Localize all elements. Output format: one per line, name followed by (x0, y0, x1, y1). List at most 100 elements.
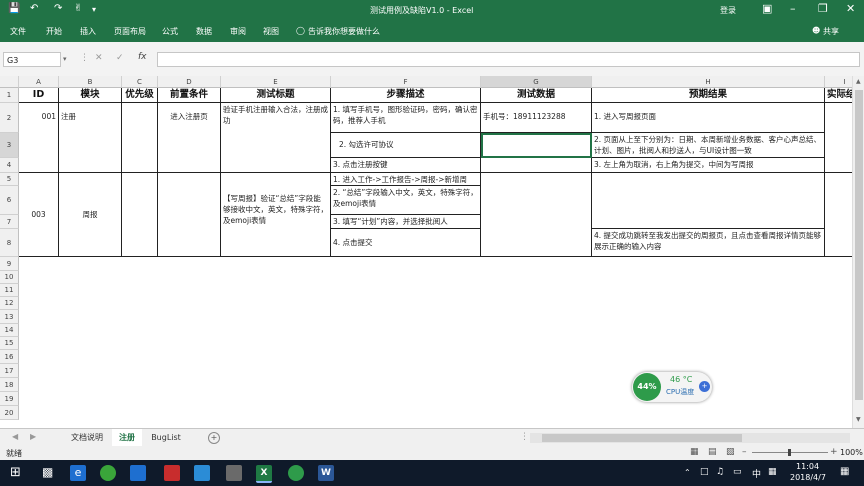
volume-icon[interactable]: ♫ (716, 467, 724, 477)
scroll-thumb[interactable] (855, 90, 863, 400)
row-header[interactable]: 3 (0, 133, 19, 158)
name-box-dropdown-icon[interactable]: ▾ (63, 55, 67, 63)
customize-qat-icon[interactable]: ▾ (92, 5, 96, 14)
cell[interactable] (481, 158, 592, 173)
tab-formulas[interactable]: 公式 (162, 26, 178, 37)
login-link[interactable]: 登录 (720, 5, 736, 16)
case1-step1[interactable]: 1. 填写手机号，图形验证码，密码，确认密码，推荐人手机 (331, 103, 481, 133)
row-header[interactable]: 18 (0, 378, 19, 392)
next-sheet-icon[interactable]: ▶ (30, 432, 36, 441)
scroll-down-icon[interactable]: ▼ (856, 416, 861, 423)
name-box[interactable]: G3 (3, 52, 61, 67)
case1-precondition[interactable]: 进入注册页 (158, 103, 221, 173)
cpu-temp-widget[interactable]: 44% 46 °C CPU温度 + (632, 372, 712, 402)
windows-start-icon[interactable]: ⊞ (10, 465, 21, 480)
row-header[interactable]: 17 (0, 364, 19, 378)
row-header[interactable]: 14 (0, 324, 19, 337)
sheet-tab-docs[interactable]: 文档说明 (64, 429, 110, 446)
save-icon[interactable]: 💾 (8, 3, 20, 14)
tab-data[interactable]: 数据 (196, 26, 212, 37)
normal-view-icon[interactable]: ▦ (690, 447, 699, 457)
case2-id[interactable]: 003 (19, 173, 59, 257)
case2-expected-blank[interactable] (592, 173, 825, 229)
enter-icon[interactable]: ✓ (116, 53, 124, 63)
col-header-i[interactable]: I (825, 76, 852, 88)
excel-taskbar-icon[interactable]: X (256, 465, 272, 483)
tab-home[interactable]: 开始 (46, 26, 62, 37)
row-header[interactable]: 9 (0, 257, 19, 271)
row-header[interactable]: 8 (0, 229, 19, 257)
case1-title[interactable]: 验证手机注册输入合法，注册成功 (221, 103, 331, 173)
close-icon[interactable]: ✕ (846, 2, 855, 15)
tab-insert[interactable]: 插入 (80, 26, 96, 37)
header-precondition[interactable]: 前置条件 (158, 88, 221, 103)
tab-review[interactable]: 审阅 (230, 26, 246, 37)
row-header[interactable]: 7 (0, 215, 19, 229)
zoom-slider[interactable] (752, 449, 828, 456)
horizontal-scrollbar[interactable] (530, 433, 850, 443)
zoom-slider-thumb[interactable] (788, 449, 791, 456)
clock-date[interactable]: 2018/4/7 (790, 473, 826, 482)
add-sheet-icon[interactable]: + (208, 432, 220, 444)
tab-view[interactable]: 视图 (263, 26, 279, 37)
row-header[interactable]: 10 (0, 271, 19, 284)
row-header[interactable]: 1 (0, 88, 19, 103)
battery-icon[interactable]: ▭ (733, 467, 742, 477)
row-header[interactable]: 2 (0, 103, 19, 133)
xmind-icon[interactable] (164, 465, 180, 481)
case1-actual[interactable] (825, 103, 852, 173)
header-test-data[interactable]: 测试数据 (481, 88, 592, 103)
header-id[interactable]: ID (19, 88, 59, 103)
col-header-d[interactable]: D (158, 76, 221, 88)
tab-split-icon[interactable]: ⋮ (520, 432, 529, 442)
header-title[interactable]: 测试标题 (221, 88, 331, 103)
row-header[interactable]: 15 (0, 337, 19, 350)
word-taskbar-icon[interactable]: W (318, 465, 334, 481)
network-icon[interactable]: □ (700, 467, 709, 477)
header-actual[interactable]: 实际结 (825, 88, 852, 103)
case2-title[interactable]: 【写周报】验证“总结”字段能够接收中文，英文，特殊字符，及emoji表情 (221, 173, 331, 257)
browser-360-icon[interactable] (100, 465, 116, 481)
case2-module[interactable]: 周报 (59, 173, 122, 257)
case1-priority[interactable] (122, 103, 158, 173)
header-steps[interactable]: 步骤描述 (331, 88, 481, 103)
tab-page-layout[interactable]: 页面布局 (114, 26, 146, 37)
ime-indicator[interactable]: 中 (752, 467, 761, 480)
row-header[interactable]: 19 (0, 392, 19, 406)
col-header-e[interactable]: E (221, 76, 331, 88)
formula-input[interactable] (157, 52, 860, 67)
share-button[interactable]: 共享 (823, 26, 839, 37)
case2-step2[interactable]: 2. “总结”字段输入中文，英文，特殊字符，及emoji表情 (331, 186, 481, 215)
row-header[interactable]: 4 (0, 158, 19, 173)
tell-me-input[interactable]: 告诉我你想要做什么 (308, 26, 380, 37)
widget-action-icon[interactable]: + (699, 381, 710, 392)
h-scroll-thumb[interactable] (542, 434, 742, 442)
page-break-view-icon[interactable]: ▧ (726, 447, 735, 457)
row-header[interactable]: 13 (0, 310, 19, 324)
case1-expected3[interactable]: 3. 左上角为取消，右上角为提交，中间为写周报 (592, 158, 825, 173)
ribbon-display-icon[interactable]: ▣ (762, 2, 772, 15)
case1-step2[interactable]: 2. 勾选许可协议 (331, 133, 481, 158)
case2-actual[interactable] (825, 173, 852, 257)
explorer-icon[interactable] (130, 465, 146, 481)
app-icon[interactable] (194, 465, 210, 481)
ime-mode-icon[interactable]: ▦ (768, 467, 777, 477)
case1-expected1[interactable]: 1. 进入写周报页面 (592, 103, 825, 133)
case1-test-data[interactable]: 手机号：18911123288 (481, 103, 592, 133)
prev-sheet-icon[interactable]: ◀ (12, 432, 18, 441)
zoom-in-icon[interactable]: + (830, 447, 838, 457)
case1-module[interactable]: 注册 (59, 103, 122, 173)
header-expected[interactable]: 预期结果 (592, 88, 825, 103)
tab-file[interactable]: 文件 (10, 26, 26, 37)
case1-id[interactable]: 001 (19, 103, 59, 173)
row-header[interactable]: 20 (0, 406, 19, 420)
case2-step4[interactable]: 4. 点击提交 (331, 229, 481, 257)
selected-cell-g3[interactable] (481, 133, 592, 158)
minimize-icon[interactable]: – (790, 2, 796, 15)
vertical-scrollbar[interactable]: ▲ ▼ (852, 76, 864, 428)
col-header-f[interactable]: F (331, 76, 481, 88)
photo-app-icon[interactable] (226, 465, 242, 481)
header-priority[interactable]: 优先级 (122, 88, 158, 103)
tray-overflow-icon[interactable]: ⌃ (684, 468, 691, 477)
row-header[interactable]: 16 (0, 350, 19, 364)
